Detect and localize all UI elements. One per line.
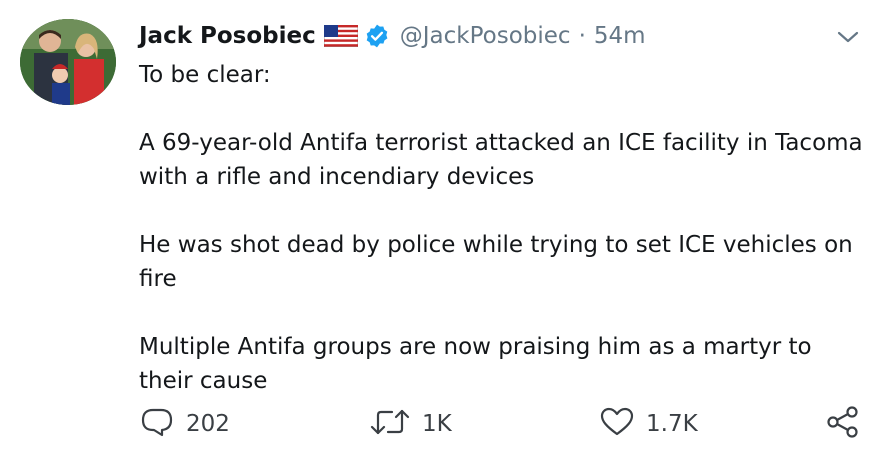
verified-badge-icon (364, 23, 390, 49)
avatar[interactable] (20, 19, 116, 105)
share-icon (826, 406, 860, 442)
tweet-text: To be clear: A 69-year-old Antifa terror… (139, 58, 864, 398)
tweet-paragraph: Multiple Antifa groups are now praising … (139, 334, 812, 394)
tweet-header: Jack Posobiec @JackPosobiec · 54m (139, 18, 646, 54)
timestamp[interactable]: 54m (594, 23, 646, 49)
retweet-button[interactable]: 1K (370, 404, 452, 444)
tweet[interactable]: Jack Posobiec @JackPosobiec · 54m To be … (0, 0, 880, 459)
share-button[interactable] (826, 404, 860, 444)
chevron-down-icon[interactable] (836, 27, 860, 47)
tweet-paragraph: A 69-year-old Antifa terrorist attacked … (139, 130, 863, 190)
tweet-paragraph: He was shot dead by police while trying … (139, 232, 853, 292)
retweet-count: 1K (422, 411, 452, 437)
tweet-actions: 202 1K 1.7K (0, 404, 880, 444)
like-count: 1.7K (646, 411, 698, 437)
tweet-paragraph: To be clear: (139, 62, 271, 88)
reply-icon (140, 407, 174, 441)
reply-count: 202 (186, 411, 230, 437)
reply-button[interactable]: 202 (140, 404, 230, 444)
retweet-icon (370, 407, 410, 441)
us-flag-icon (323, 25, 358, 47)
separator-dot: · (578, 23, 586, 49)
like-button[interactable]: 1.7K (600, 404, 698, 444)
display-name[interactable]: Jack Posobiec (139, 23, 316, 49)
user-handle[interactable]: @JackPosobiec (400, 23, 571, 49)
heart-icon (600, 407, 634, 441)
